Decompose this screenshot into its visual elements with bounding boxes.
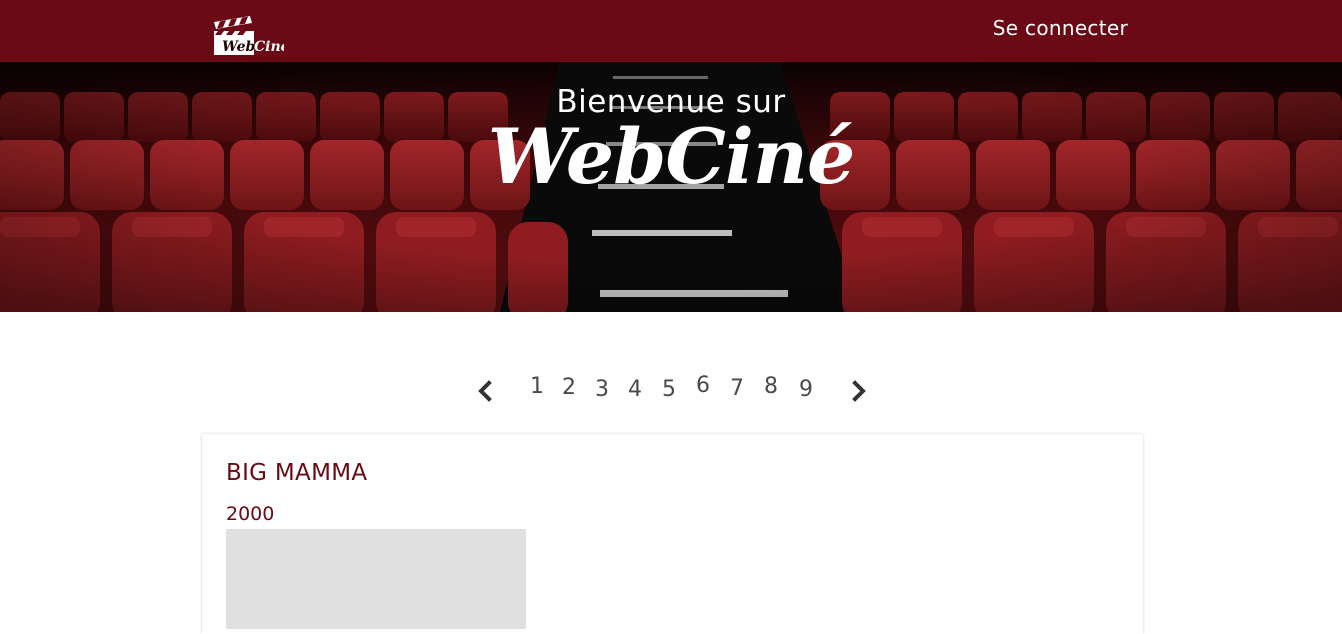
film-card[interactable]: BIG MAMMA 2000	[202, 434, 1143, 634]
chevron-right-icon[interactable]	[848, 378, 870, 404]
hero-brand-title: WebCiné	[487, 112, 856, 201]
page-link-8[interactable]: 8	[760, 374, 782, 399]
page-link-5[interactable]: 5	[658, 377, 680, 402]
page-link-9[interactable]: 9	[795, 377, 817, 402]
login-link[interactable]: Se connecter	[993, 16, 1128, 40]
svg-text:Ciné: Ciné	[254, 39, 284, 55]
page-link-4[interactable]: 4	[624, 377, 646, 402]
svg-text:Web: Web	[222, 39, 255, 55]
film-title[interactable]: BIG MAMMA	[226, 460, 367, 486]
page-link-7[interactable]: 7	[726, 376, 748, 401]
film-poster-image[interactable]	[226, 529, 526, 629]
page-link-3[interactable]: 3	[591, 377, 613, 402]
hero-banner: Bienvenue sur WebCiné	[0, 62, 1342, 312]
clapperboard-icon: Web Ciné	[214, 16, 290, 55]
film-year: 2000	[226, 503, 275, 525]
webcine-logo[interactable]: Web Ciné	[212, 14, 290, 56]
top-navbar: Web Ciné Se connecter	[0, 0, 1342, 62]
pagination: 1 2 3 4 5 6 7 8 9	[0, 368, 1342, 412]
page-link-6[interactable]: 6	[692, 373, 714, 398]
page-link-1[interactable]: 1	[526, 374, 548, 399]
page-link-2[interactable]: 2	[558, 375, 580, 400]
chevron-left-icon[interactable]	[474, 378, 496, 404]
